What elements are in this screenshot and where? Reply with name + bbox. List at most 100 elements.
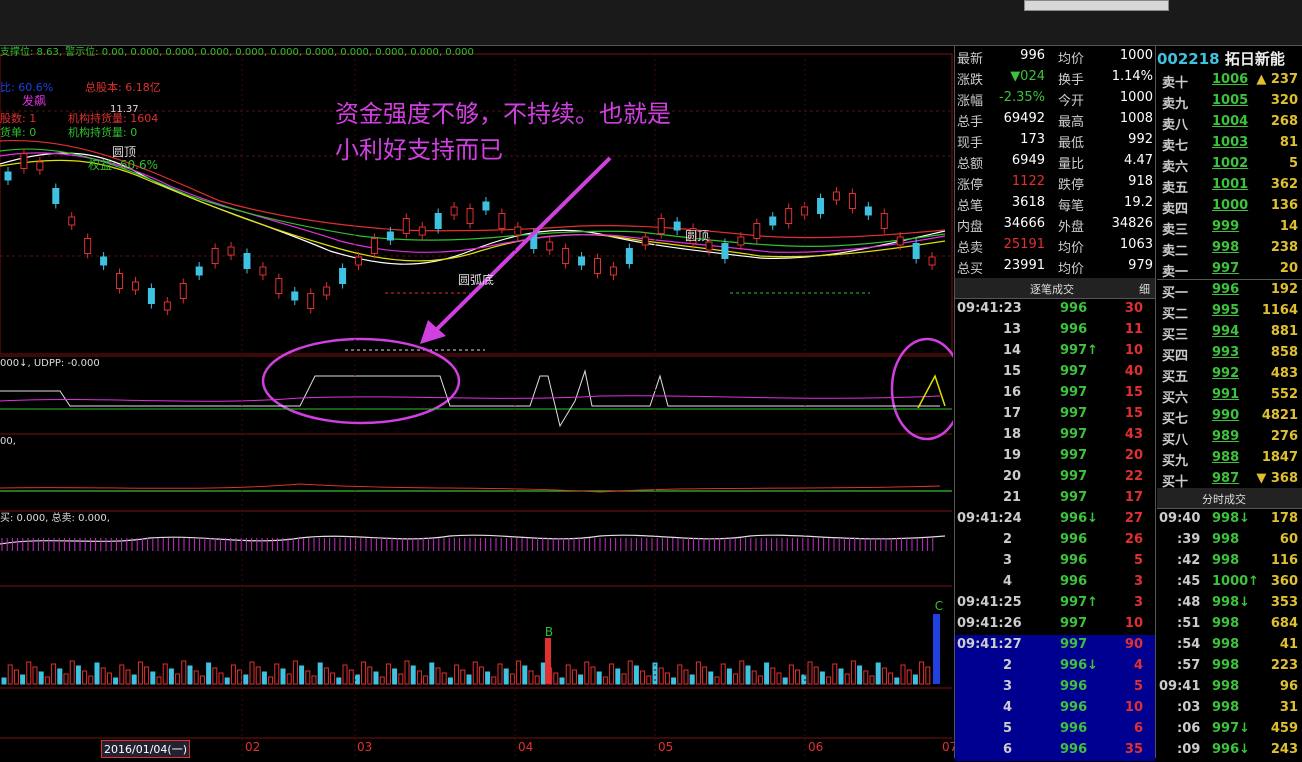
volume-bar xyxy=(875,662,881,685)
book-level: 卖十 xyxy=(1162,76,1189,91)
tick-time: 2 xyxy=(1003,532,1013,547)
volume-bar xyxy=(249,661,255,685)
tick-price: 996 xyxy=(1060,553,1088,568)
volume-bar xyxy=(478,666,484,685)
kline-chart[interactable]: B C 支撑位: 8.63, 警示位: 0.00, 0.000, 0.000, … xyxy=(0,46,964,758)
ask-row[interactable]: 卖二 998 238 xyxy=(1157,238,1302,259)
volume-bar xyxy=(770,667,776,685)
ask-row[interactable]: 卖五 1001 362 xyxy=(1157,175,1302,196)
tick-detail-button[interactable]: 细 xyxy=(1139,281,1150,297)
book-level: 买三 xyxy=(1162,328,1189,343)
fenshi-price: 998↓ xyxy=(1212,595,1251,610)
tick-price: 996 xyxy=(1060,721,1088,736)
book-volume: 483 xyxy=(1270,366,1298,381)
tick-row: 4 996 10 xyxy=(955,698,1155,719)
bid-row[interactable]: 买六 991 552 xyxy=(1157,385,1302,406)
volume-bar xyxy=(162,663,168,685)
tick-time: 6 xyxy=(1003,742,1013,757)
quote-value-2: 1000 xyxy=(1119,90,1153,105)
fenshi-price: 1000↑ xyxy=(1212,574,1260,589)
candle xyxy=(84,238,92,254)
fenshi-row: :48 998↓ 353 xyxy=(1157,593,1302,614)
quote-value-2: 1000 xyxy=(1119,48,1153,63)
candle xyxy=(147,288,155,304)
fenshi-volume: 243 xyxy=(1270,742,1298,757)
volume-bar xyxy=(311,675,317,685)
fenshi-tab-header[interactable]: 分时成交 xyxy=(1157,488,1302,509)
fenshi-price: 996↓ xyxy=(1212,742,1251,757)
tick-tab-label[interactable]: 逐笔成交 xyxy=(1030,281,1074,297)
quote-key: 涨幅 xyxy=(957,94,984,109)
book-level: 买一 xyxy=(1162,286,1189,301)
ask-row[interactable]: 卖三 999 14 xyxy=(1157,217,1302,238)
volume-bar xyxy=(553,672,559,685)
bid-row[interactable]: 买五 992 483 xyxy=(1157,364,1302,385)
quote-key-2: 最低 xyxy=(1058,136,1085,151)
bid-row[interactable]: 买一 996 192 xyxy=(1157,280,1302,301)
bid-row[interactable]: 买八 989 276 xyxy=(1157,427,1302,448)
candle xyxy=(609,266,617,276)
candle xyxy=(562,248,570,264)
tick-row: 09:41:23 996 30 xyxy=(955,299,1155,320)
volume-bar xyxy=(423,675,429,685)
book-volume: 20 xyxy=(1279,261,1298,276)
book-level: 卖九 xyxy=(1162,97,1189,112)
tick-price: 997 xyxy=(1060,448,1088,463)
volume-bar xyxy=(621,673,627,685)
volume-bar xyxy=(32,666,38,685)
tick-tab-header[interactable]: 逐笔成交 细 xyxy=(955,278,1155,299)
candle xyxy=(243,253,251,269)
quote-key: 涨停 xyxy=(957,178,984,193)
quote-value: 23991 xyxy=(1003,258,1045,273)
tick-price: 996 xyxy=(1060,700,1088,715)
volume-bar xyxy=(274,663,280,685)
tick-time: 16 xyxy=(1003,385,1022,400)
book-level: 买五 xyxy=(1162,370,1189,385)
candle xyxy=(625,248,633,264)
quote-key-2: 均价 xyxy=(1058,241,1085,256)
ask-row[interactable]: 卖九 1005 320 xyxy=(1157,91,1302,112)
volume-bar xyxy=(795,669,801,685)
fenshi-volume: 60 xyxy=(1279,532,1298,547)
ask-row[interactable]: 卖六 1002 5 xyxy=(1157,154,1302,175)
ask-row[interactable]: 卖七 1003 81 xyxy=(1157,133,1302,154)
ask-row[interactable]: 卖八 1004 268 xyxy=(1157,112,1302,133)
fenshi-time: 09:41 xyxy=(1159,679,1201,694)
volume-bar xyxy=(695,661,701,685)
bid-row[interactable]: 买七 990 4821 xyxy=(1157,406,1302,427)
volume-bar xyxy=(497,663,503,685)
volume-bar xyxy=(212,667,218,685)
volume-bar xyxy=(602,676,608,685)
volume-bar xyxy=(881,667,887,685)
tick-row: 15 997 40 xyxy=(955,362,1155,383)
fenshi-volume: 459 xyxy=(1270,721,1298,736)
volume-bar xyxy=(20,674,26,685)
quote-key-2: 外盘 xyxy=(1058,220,1085,235)
fenshi-volume: 96 xyxy=(1279,679,1298,694)
candle xyxy=(785,208,793,224)
volume-bar xyxy=(640,670,646,685)
volume-bar xyxy=(509,673,515,685)
ask-row[interactable]: 卖四 1000 136 xyxy=(1157,196,1302,217)
volume-bar xyxy=(88,675,94,685)
bid-row[interactable]: 买九 988 1847 xyxy=(1157,448,1302,469)
fenshi-time: 09:40 xyxy=(1159,511,1201,526)
ask-row[interactable]: 卖十 1006 ▲ 237 xyxy=(1157,70,1302,91)
book-level: 卖六 xyxy=(1162,160,1189,175)
volume-bar xyxy=(94,662,100,685)
quote-row: 总买 23991 均价 979 xyxy=(955,256,1155,277)
ask-row[interactable]: 卖一 997 20 xyxy=(1157,259,1302,280)
tick-volume: 35 xyxy=(1124,742,1143,757)
book-price: 994 xyxy=(1212,324,1240,339)
candle xyxy=(657,218,665,234)
tick-row: 5 996 6 xyxy=(955,719,1155,740)
bid-row[interactable]: 买二 995 1164 xyxy=(1157,301,1302,322)
bid-row[interactable]: 买四 993 858 xyxy=(1157,343,1302,364)
fenshi-tab-label[interactable]: 分时成交 xyxy=(1202,491,1246,507)
volume-bar xyxy=(516,660,522,685)
toolbar-button[interactable] xyxy=(1024,0,1169,11)
bid-row[interactable]: 买十 987 ▼ 368 xyxy=(1157,469,1302,490)
volume-bar xyxy=(1,677,7,685)
bid-row[interactable]: 买三 994 881 xyxy=(1157,322,1302,343)
quote-key: 现手 xyxy=(957,136,984,151)
